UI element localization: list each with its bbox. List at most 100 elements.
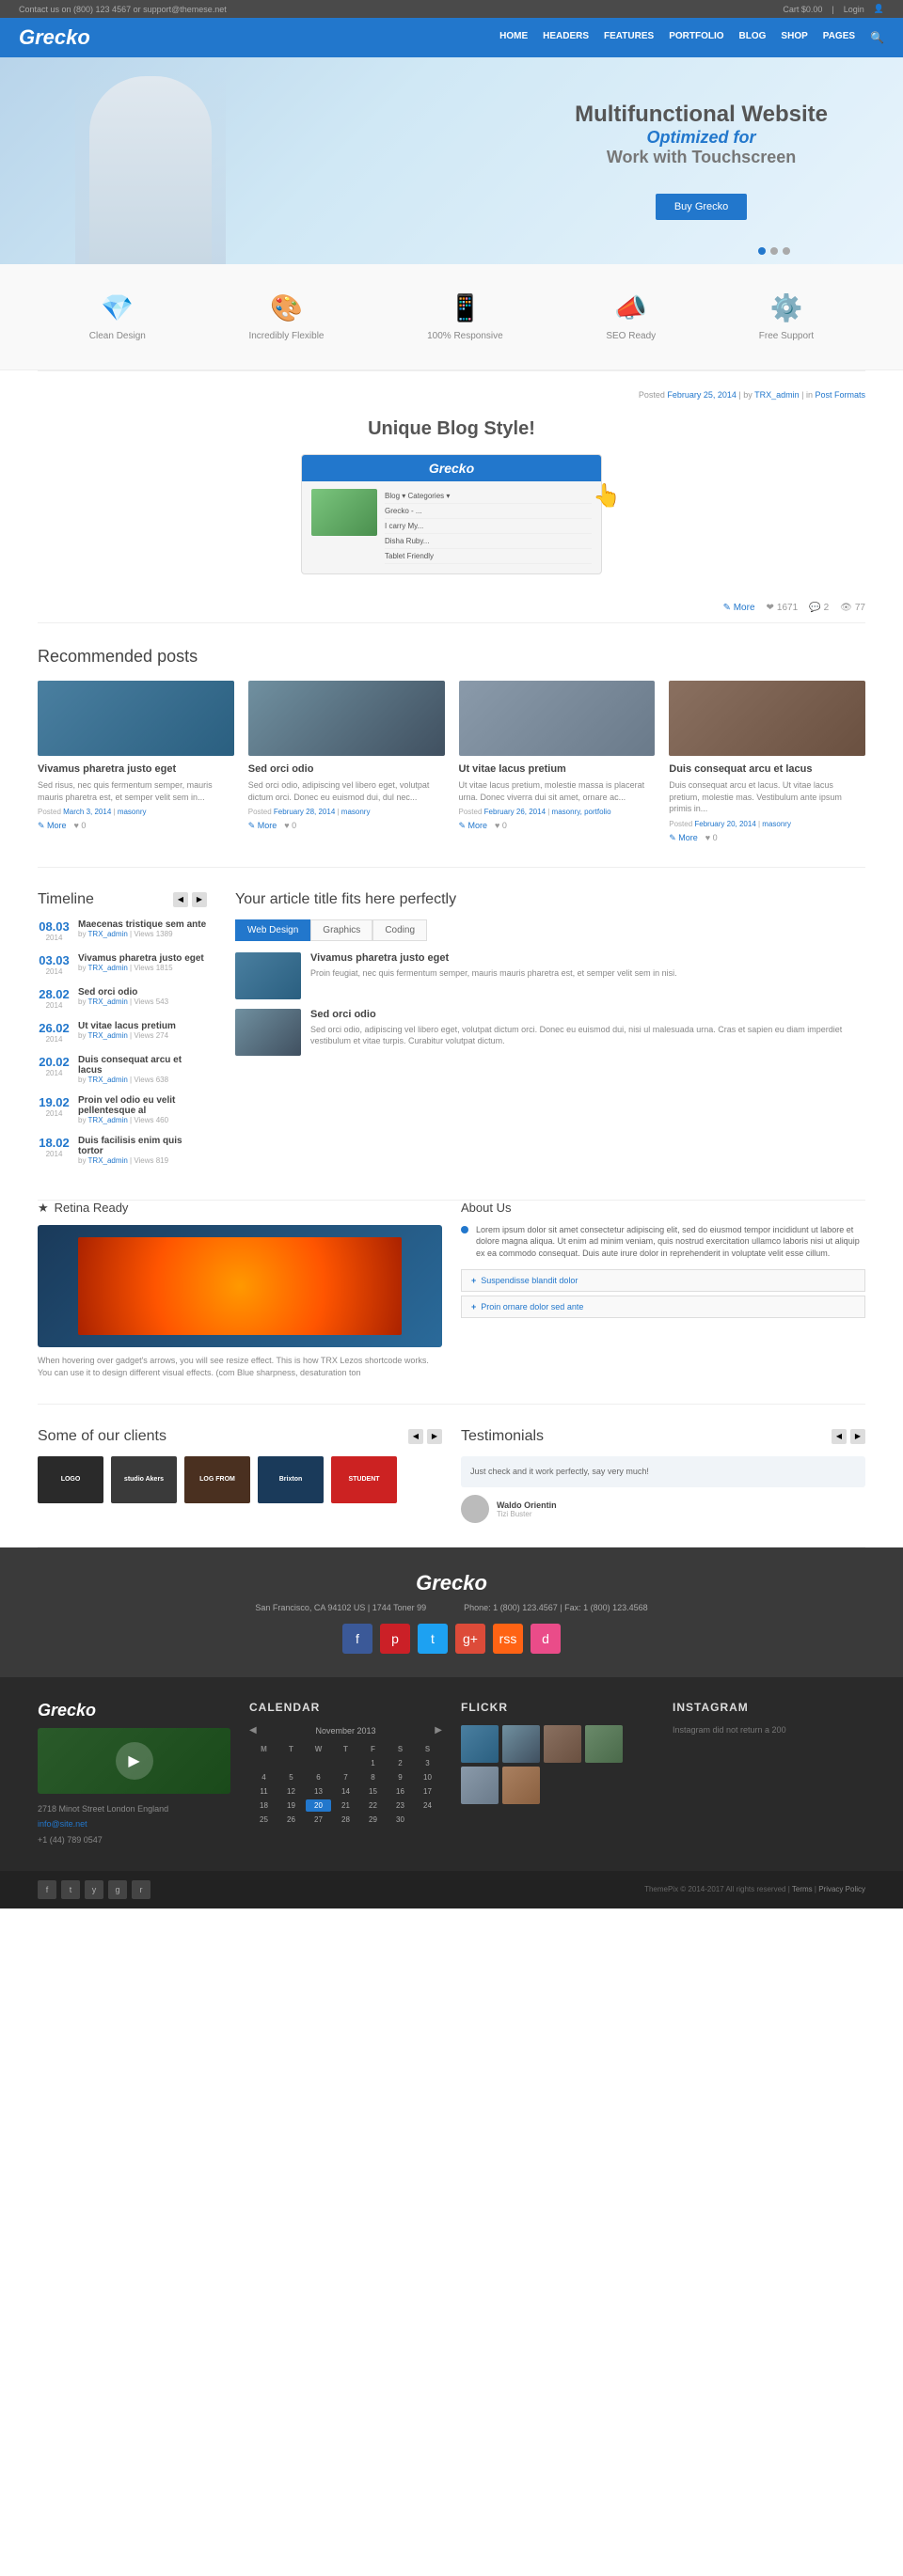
timeline-content-0: Maecenas tristique sem ante by TRX_admin…: [78, 919, 206, 938]
post-category[interactable]: Post Formats: [815, 390, 865, 400]
calendar-next-btn[interactable]: ▶: [435, 1725, 442, 1736]
social-mini-rss[interactable]: r: [132, 1880, 150, 1899]
post-date[interactable]: February 25, 2014: [667, 390, 737, 400]
post-more-1[interactable]: ✎ More: [38, 821, 67, 831]
cal-d-26[interactable]: 26: [278, 1814, 304, 1826]
social-dribbble-icon[interactable]: d: [531, 1624, 561, 1654]
cal-d-16[interactable]: 16: [388, 1785, 413, 1798]
cal-th-m: M: [251, 1743, 277, 1755]
flickr-item-1[interactable]: [461, 1725, 499, 1763]
flickr-item-2[interactable]: [502, 1725, 540, 1763]
accordion-plus-1: +: [471, 1276, 476, 1285]
hero-dot-3[interactable]: [783, 247, 790, 255]
accordion-plus-2: +: [471, 1302, 476, 1312]
clients-prev-btn[interactable]: ◀: [408, 1429, 423, 1444]
social-mini-facebook[interactable]: f: [38, 1880, 56, 1899]
social-mini-googleplus[interactable]: g: [108, 1880, 127, 1899]
cal-d-1[interactable]: 1: [360, 1757, 386, 1769]
by-label: | by: [738, 390, 754, 400]
social-pinterest-icon[interactable]: p: [380, 1624, 410, 1654]
timeline-article-section: Timeline ◀ ▶ 08.03 2014 Maecenas tristiq…: [0, 868, 903, 1200]
privacy-link[interactable]: Privacy Policy: [818, 1885, 865, 1893]
cal-d-9[interactable]: 9: [388, 1771, 413, 1783]
footer-dark: Grecko San Francisco, CA 94102 US | 1744…: [0, 1547, 903, 1677]
social-googleplus-icon[interactable]: g+: [455, 1624, 485, 1654]
post-more-3[interactable]: ✎ More: [459, 821, 488, 831]
hero-buy-button[interactable]: Buy Grecko: [656, 194, 747, 220]
cal-d-13[interactable]: 13: [306, 1785, 331, 1798]
cal-d-12[interactable]: 12: [278, 1785, 304, 1798]
cal-d-28[interactable]: 28: [333, 1814, 358, 1826]
cal-d-7[interactable]: 7: [333, 1771, 358, 1783]
hero-dot-1[interactable]: [758, 247, 766, 255]
nav-features[interactable]: FEATURES: [604, 31, 654, 44]
post-more-2[interactable]: ✎ More: [248, 821, 277, 831]
cal-d-27[interactable]: 27: [306, 1814, 331, 1826]
tab-coding[interactable]: Coding: [372, 919, 427, 941]
post-more-4[interactable]: ✎ More: [669, 833, 698, 843]
nav-shop[interactable]: SHOP: [781, 31, 807, 44]
nav-portfolio[interactable]: PORTFOLIO: [669, 31, 723, 44]
clients-next-btn[interactable]: ▶: [427, 1429, 442, 1444]
nav-pages[interactable]: PAGES: [823, 31, 855, 44]
timeline-prev-btn[interactable]: ◀: [173, 892, 188, 907]
tab-graphics[interactable]: Graphics: [310, 919, 372, 941]
cal-d-19[interactable]: 19: [278, 1799, 304, 1812]
cal-d-18[interactable]: 18: [251, 1799, 277, 1812]
cal-d-3[interactable]: 3: [415, 1757, 440, 1769]
search-icon[interactable]: 🔍: [870, 31, 884, 44]
cal-d-5[interactable]: 5: [278, 1771, 304, 1783]
client-logo-text-3: LOG FROM: [199, 1476, 235, 1483]
cal-d-14[interactable]: 14: [333, 1785, 358, 1798]
post-actions-3: ✎ More ♥ 0: [459, 821, 656, 831]
calendar-prev-btn[interactable]: ◀: [249, 1725, 257, 1736]
post-meta-3: Posted February 26, 2014 | masonry, port…: [459, 808, 656, 816]
more-link[interactable]: ✎ More: [723, 603, 755, 613]
timeline-next-btn[interactable]: ▶: [192, 892, 207, 907]
cart-link[interactable]: Cart $0.00: [783, 5, 822, 14]
cal-d-4[interactable]: 4: [251, 1771, 277, 1783]
login-link[interactable]: Login: [844, 5, 864, 14]
hero-dot-2[interactable]: [770, 247, 778, 255]
nav-blog[interactable]: BLOG: [739, 31, 767, 44]
flickr-item-5[interactable]: [461, 1767, 499, 1804]
testimonial-author: Waldo Orientin Tizi Buster: [461, 1495, 865, 1523]
footer-widget-instagram: Instagram Instagram did not return a 200: [673, 1701, 865, 1847]
cal-d-8[interactable]: 8: [360, 1771, 386, 1783]
cal-d-10[interactable]: 10: [415, 1771, 440, 1783]
cal-d-21[interactable]: 21: [333, 1799, 358, 1812]
test-next-btn[interactable]: ▶: [850, 1429, 865, 1444]
flickr-item-6[interactable]: [502, 1767, 540, 1804]
social-mini-twitter[interactable]: t: [61, 1880, 80, 1899]
tab-web-design[interactable]: Web Design: [235, 919, 310, 941]
accordion-header-2[interactable]: + Proin ornare dolor sed ante: [462, 1296, 864, 1317]
cal-d-11[interactable]: 11: [251, 1785, 277, 1798]
terms-link[interactable]: Terms: [792, 1885, 813, 1893]
social-mini-youtube[interactable]: y: [85, 1880, 103, 1899]
social-rss-icon[interactable]: rss: [493, 1624, 523, 1654]
social-facebook-icon[interactable]: f: [342, 1624, 372, 1654]
social-twitter-icon[interactable]: t: [418, 1624, 448, 1654]
test-prev-btn[interactable]: ◀: [832, 1429, 847, 1444]
cal-d-20[interactable]: 20: [306, 1799, 331, 1812]
cal-d-22[interactable]: 22: [360, 1799, 386, 1812]
site-logo[interactable]: Grecko: [19, 25, 90, 50]
nav-home[interactable]: HOME: [499, 31, 528, 44]
cal-d-24[interactable]: 24: [415, 1799, 440, 1812]
flickr-item-3[interactable]: [544, 1725, 581, 1763]
cal-d-6[interactable]: 6: [306, 1771, 331, 1783]
cal-d-15[interactable]: 15: [360, 1785, 386, 1798]
cal-d-25[interactable]: 25: [251, 1814, 277, 1826]
post-author[interactable]: TRX_admin: [754, 390, 800, 400]
hero-silhouette: [89, 76, 212, 264]
flickr-item-4[interactable]: [585, 1725, 623, 1763]
nav-headers[interactable]: HEADERS: [543, 31, 589, 44]
cal-d-2[interactable]: 2: [388, 1757, 413, 1769]
cal-d-29[interactable]: 29: [360, 1814, 386, 1826]
cal-d-17[interactable]: 17: [415, 1785, 440, 1798]
about-title: About Us: [461, 1201, 865, 1215]
timeline-item-5: 19.02 2014 Proin vel odio eu velit pelle…: [38, 1095, 207, 1124]
accordion-header-1[interactable]: + Suspendisse blandit dolor: [462, 1270, 864, 1291]
cal-d-30[interactable]: 30: [388, 1814, 413, 1826]
cal-d-23[interactable]: 23: [388, 1799, 413, 1812]
